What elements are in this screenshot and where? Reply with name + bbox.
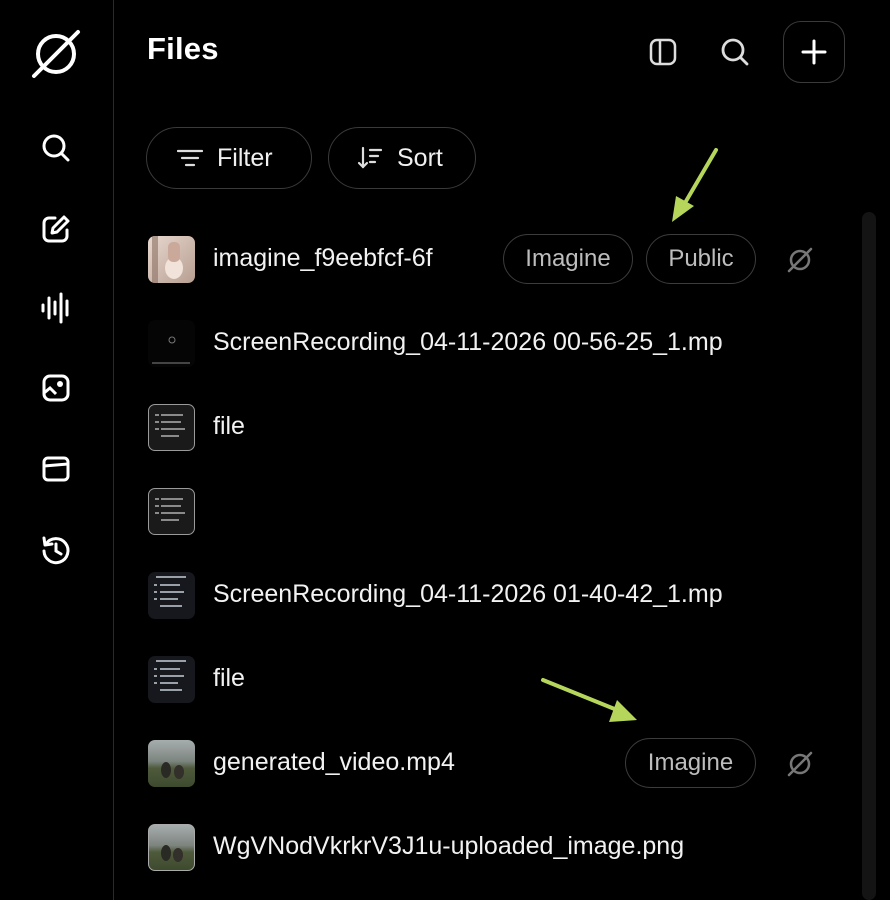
file-thumbnail: [148, 740, 195, 787]
list-item[interactable]: [148, 482, 808, 542]
files-panel: Files Filter Sort imagine_f9eebfcf-6f Im…: [114, 0, 890, 900]
file-name: file: [213, 412, 245, 440]
list-item[interactable]: generated_video.mp4 Imagine: [148, 734, 813, 794]
file-thumbnail: [148, 236, 195, 283]
search-icon[interactable]: [38, 130, 74, 166]
history-icon[interactable]: [38, 532, 74, 568]
file-name: ScreenRecording_04-11-2026 00-56-25_1.mp: [213, 328, 723, 356]
list-item[interactable]: ScreenRecording_04-11-2026 01-40-42_1.mp: [148, 566, 808, 626]
list-item[interactable]: imagine_f9eebfcf-6f Imagine Public: [148, 230, 813, 290]
annotation-arrow-icon: [541, 678, 637, 722]
edit-icon[interactable]: [38, 211, 74, 247]
file-list: imagine_f9eebfcf-6f Imagine Public Scree…: [114, 0, 890, 900]
list-item[interactable]: WgVNodVkrkrV3J1u-uploaded_image.png: [148, 818, 808, 878]
file-name: ScreenRecording_04-11-2026 01-40-42_1.mp: [213, 580, 723, 608]
image-icon[interactable]: [38, 370, 74, 406]
scrollbar[interactable]: [862, 212, 876, 900]
list-item[interactable]: ScreenRecording_04-11-2026 00-56-25_1.mp: [148, 314, 808, 374]
file-thumbnail: [148, 656, 195, 703]
list-item[interactable]: file: [148, 398, 808, 458]
grok-logo-icon[interactable]: [786, 750, 814, 778]
folder-icon[interactable]: [38, 451, 74, 487]
voice-icon[interactable]: [38, 290, 74, 326]
file-thumbnail: [148, 320, 195, 367]
imagine-tag: Imagine: [625, 738, 756, 788]
file-thumbnail: [148, 824, 195, 871]
file-thumbnail: [148, 404, 195, 451]
file-thumbnail: [148, 572, 195, 619]
list-item[interactable]: file: [148, 650, 808, 710]
file-name: generated_video.mp4: [213, 748, 455, 776]
imagine-tag: Imagine: [503, 234, 633, 284]
file-name: WgVNodVkrkrV3J1u-uploaded_image.png: [213, 832, 685, 860]
annotation-arrow-icon: [672, 148, 718, 222]
grok-logo-icon[interactable]: [786, 246, 814, 274]
grok-logo-icon[interactable]: [30, 28, 82, 80]
file-name: imagine_f9eebfcf-6f: [213, 244, 433, 272]
public-tag: Public: [646, 234, 756, 284]
file-thumbnail: [148, 488, 195, 535]
nav-rail: [0, 0, 114, 900]
